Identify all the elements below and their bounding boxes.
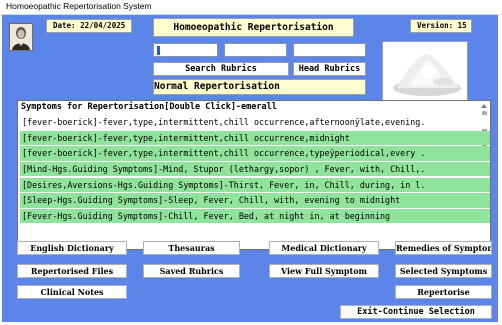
window-title: Homoeopathic Repertorisation System xyxy=(6,1,152,11)
symptom-row[interactable]: [fever-boerick]-fever,type,intermittent,… xyxy=(20,130,490,145)
exit-continue-button[interactable]: Exit-Continue Selection xyxy=(340,305,492,319)
symptom-row[interactable]: [Mind-Hgs.Guiding Symptoms]-Mind, Stupor… xyxy=(20,162,490,177)
clinical-notes-button[interactable]: Clinical Notes xyxy=(17,285,127,299)
app-title: Homoeopathic Repertorisation xyxy=(153,18,354,37)
symptom-rows: [fever-boerick]-fever,type,intermittent,… xyxy=(20,115,490,225)
symptom-row[interactable]: [Desires,Aversions-Hgs.Guiding Symptoms]… xyxy=(20,177,490,192)
medical-dictionary-button[interactable]: Medical Dictionary xyxy=(269,241,379,255)
portrait-image xyxy=(9,23,33,51)
thesaurus-button[interactable]: Thesauras xyxy=(143,241,240,255)
english-dictionary-button[interactable]: English Dictionary xyxy=(17,241,127,255)
mode-label: Normal Repertorisation xyxy=(153,79,366,95)
repertorise-button[interactable]: Repertorise xyxy=(395,285,492,299)
symptom-row[interactable]: [Sleep-Hgs.Guiding Symptoms]-Sleep, Feve… xyxy=(20,193,490,208)
symptom-row[interactable]: [fever-boerick]-fever,type,intermittent,… xyxy=(20,146,490,161)
search-input[interactable] xyxy=(153,43,218,57)
main-panel: Date: 22/04/2025 Homoeopathic Repertoris… xyxy=(2,15,498,322)
text-caret xyxy=(157,46,160,55)
head-input[interactable] xyxy=(224,43,287,57)
application-window: Homoeopathic Repertorisation System Date… xyxy=(0,0,502,325)
repertorised-files-button[interactable]: Repertorised Files xyxy=(17,264,127,278)
symptom-row[interactable]: [fever-boerick]-fever,type,intermittent,… xyxy=(20,115,490,130)
remedies-of-symptom-button[interactable]: Remedies of Sympton xyxy=(395,241,492,255)
view-full-symptom-button[interactable]: View Full Symptom xyxy=(269,264,379,278)
title-bar: Homoeopathic Repertorisation System xyxy=(0,0,502,15)
symptoms-list[interactable]: Symptoms for Repertorisation[Double Clic… xyxy=(17,100,491,250)
saved-rubrics-button[interactable]: Saved Rubrics xyxy=(143,264,240,278)
symptom-row[interactable]: [Fever-Hgs.Guiding Symptoms]-Chill, Feve… xyxy=(20,209,490,224)
powder-image xyxy=(382,41,468,101)
version-label: Version: 15 xyxy=(410,19,472,33)
date-label: Date: 22/04/2025 xyxy=(46,19,132,33)
scroll-up-arrow-icon[interactable] xyxy=(481,104,487,108)
symptoms-heading: Symptoms for Repertorisation[Double Clic… xyxy=(21,102,277,112)
selected-symptoms-button[interactable]: Selected Symptoms xyxy=(395,264,492,278)
head-rubrics-button[interactable]: Head Rubrics xyxy=(293,62,366,76)
search-rubrics-button[interactable]: Search Rubrics xyxy=(153,62,289,76)
extra-input[interactable] xyxy=(293,43,366,57)
